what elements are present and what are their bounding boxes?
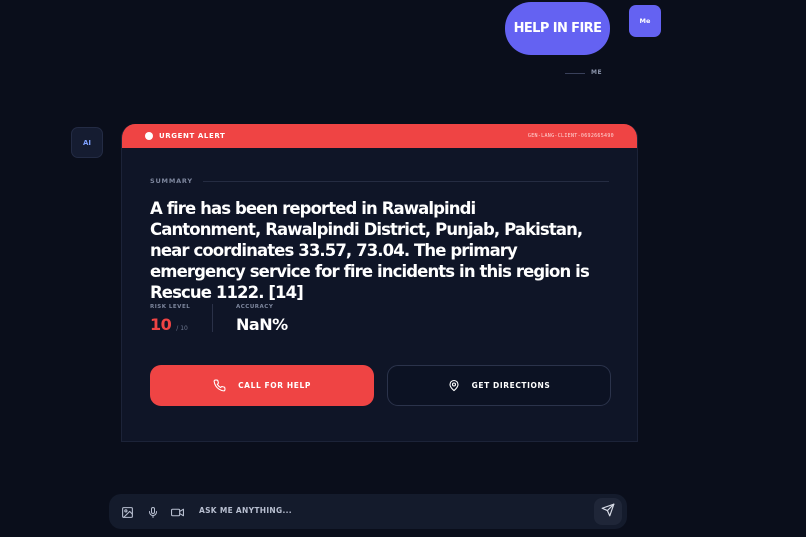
send-icon	[601, 502, 615, 521]
alert-header: URGENT ALERT GEN-LANG-CLIENT-0692665490	[122, 124, 637, 148]
accuracy-stat: ACCURACY NaN%	[236, 304, 298, 334]
image-icon[interactable]	[121, 504, 134, 523]
alert-card: URGENT ALERT GEN-LANG-CLIENT-0692665490 …	[121, 124, 638, 442]
get-directions-button[interactable]: GET DIRECTIONS	[387, 365, 611, 406]
risk-level-label: RISK LEVEL	[150, 304, 191, 310]
video-icon[interactable]	[170, 504, 185, 523]
user-avatar: Me	[629, 5, 661, 37]
user-message-bubble: HELP IN FIRE	[505, 2, 610, 55]
stats-divider	[212, 304, 213, 332]
alert-dot-icon	[145, 132, 153, 140]
accuracy-label: ACCURACY	[236, 304, 274, 310]
risk-level-max: / 10	[176, 325, 188, 332]
send-button[interactable]	[594, 498, 622, 525]
sender-label: ME	[591, 69, 603, 76]
phone-icon	[213, 379, 226, 392]
user-avatar-text: Me	[639, 17, 651, 25]
summary-text: A fire has been reported in Rawalpindi C…	[150, 199, 590, 302]
call-for-help-button[interactable]: CALL FOR HELP	[150, 365, 374, 406]
mic-icon[interactable]	[147, 504, 159, 523]
chat-input[interactable]: ASK ME ANYTHING...	[199, 506, 292, 515]
get-directions-label: GET DIRECTIONS	[471, 381, 551, 390]
alert-id: GEN-LANG-CLIENT-0692665490	[527, 133, 614, 139]
alert-title: URGENT ALERT	[159, 132, 226, 140]
risk-level-value: 10	[150, 315, 172, 334]
chat-input-bar: ASK ME ANYTHING...	[109, 494, 627, 529]
ai-avatar: AI	[71, 127, 103, 158]
call-for-help-label: CALL FOR HELP	[238, 381, 311, 390]
user-message-text: HELP IN FIRE	[513, 21, 602, 36]
location-pin-icon	[448, 379, 460, 392]
stats-row: RISK LEVEL 10 / 10 ACCURACY NaN%	[150, 304, 298, 334]
summary-divider	[202, 180, 609, 182]
sender-divider	[565, 73, 585, 74]
accuracy-value: NaN%	[236, 315, 288, 334]
summary-label: SUMMARY	[150, 177, 193, 185]
summary-heading: SUMMARY	[150, 177, 609, 185]
risk-level-stat: RISK LEVEL 10 / 10	[150, 304, 212, 334]
ai-avatar-text: AI	[82, 138, 92, 147]
